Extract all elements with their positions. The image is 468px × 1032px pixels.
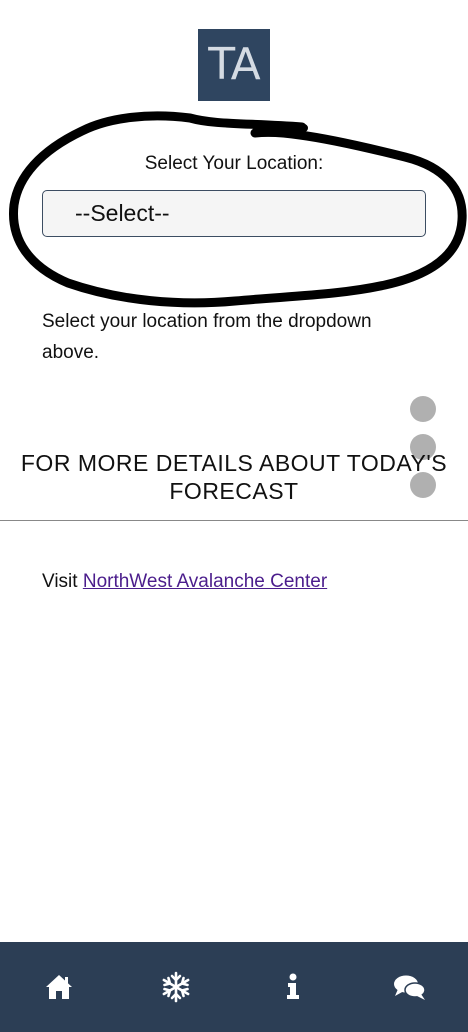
section-divider xyxy=(0,520,468,521)
app-logo: TA xyxy=(198,29,270,101)
nav-forecast-button[interactable] xyxy=(117,942,234,1032)
chat-icon xyxy=(393,975,426,1000)
location-select-value: --Select-- xyxy=(75,200,170,226)
location-select[interactable]: --Select-- xyxy=(42,190,426,237)
visit-line: Visit NorthWest Avalanche Center xyxy=(42,569,327,595)
forecast-heading: FOR MORE DETAILS ABOUT TODAY'S FORECAST xyxy=(20,450,448,504)
nav-home-button[interactable] xyxy=(0,942,117,1032)
nav-info-button[interactable] xyxy=(234,942,351,1032)
location-help-text: Select your location from the dropdown a… xyxy=(42,311,372,363)
menu-dot xyxy=(410,396,436,422)
app-page: TA Select Your Location: --Select-- Sele… xyxy=(0,0,468,1032)
home-icon xyxy=(45,975,72,999)
visit-prefix: Visit xyxy=(42,571,83,592)
location-label: Select Your Location: xyxy=(144,153,324,174)
nwac-link[interactable]: NorthWest Avalanche Center xyxy=(83,571,327,592)
info-icon xyxy=(286,973,299,999)
snowflake-icon xyxy=(162,971,189,1003)
nav-chat-button[interactable] xyxy=(351,942,468,1032)
bottom-nav-bar xyxy=(0,942,468,1032)
